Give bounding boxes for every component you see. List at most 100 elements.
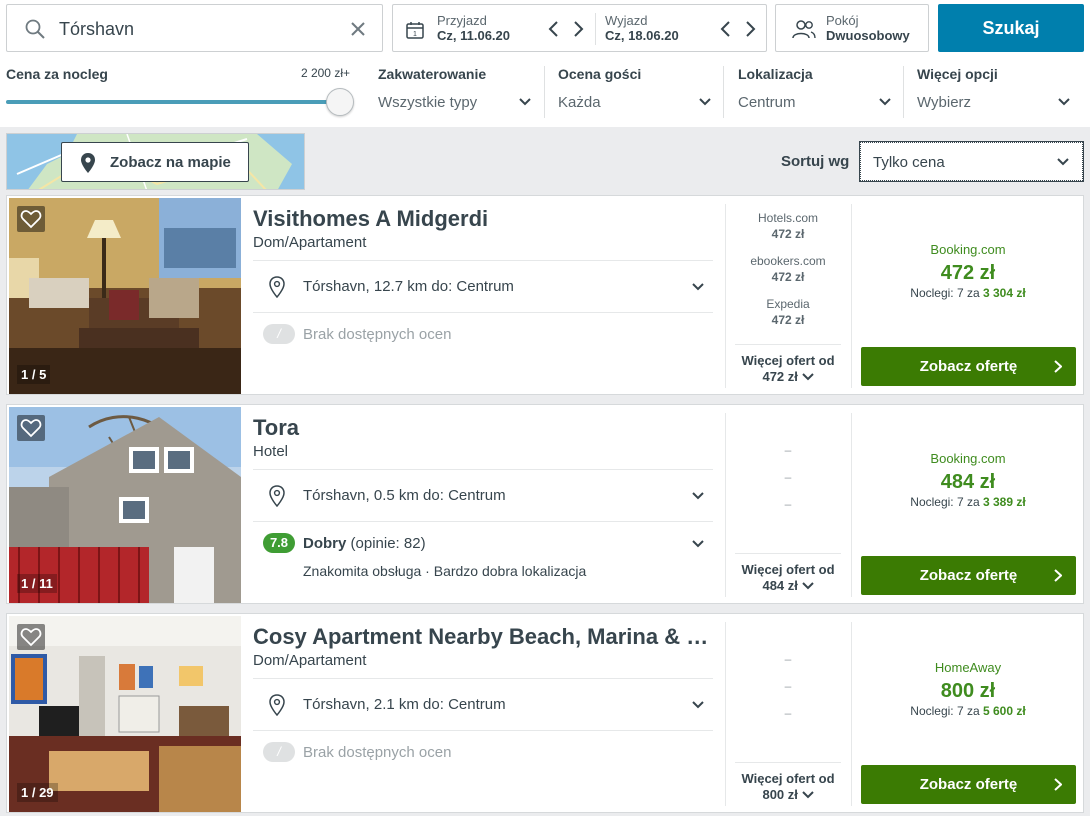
- accommodation-filter[interactable]: Zakwaterowanie Wszystkie typy: [378, 66, 534, 118]
- price-slider-handle[interactable]: [326, 88, 354, 116]
- checkin-label: Przyjazd: [437, 13, 487, 28]
- favorite-button[interactable]: [17, 415, 45, 441]
- heart-icon: [20, 419, 42, 438]
- hotel-type: Dom/Apartament: [253, 234, 367, 251]
- hotel-name[interactable]: Tora: [253, 415, 713, 441]
- rating-count: (opinie: 82): [350, 535, 426, 552]
- location-text: Tórshavn, 0.5 km do: Centrum: [303, 487, 506, 504]
- column-divider: [851, 622, 852, 806]
- partner-site: ebookers.com: [750, 254, 826, 268]
- destination-search[interactable]: [6, 4, 383, 52]
- favorite-button[interactable]: [17, 624, 45, 650]
- partner-price: 472 zł: [771, 227, 805, 241]
- search-button[interactable]: Szukaj: [938, 4, 1084, 52]
- sort-select[interactable]: Tylko cena: [859, 141, 1084, 182]
- more-offers-price: 484 zł: [762, 578, 798, 593]
- svg-text:1: 1: [413, 31, 417, 38]
- date-picker[interactable]: 1 Przyjazd Cz, 11.06.20 Wyjazd Cz, 18.06…: [392, 4, 767, 52]
- divider: [253, 260, 713, 261]
- deal-site[interactable]: HomeAway: [853, 660, 1083, 675]
- chevron-down-icon: [692, 492, 704, 500]
- users-icon: [792, 20, 816, 39]
- column-divider: [851, 413, 852, 597]
- location-row[interactable]: Tórshavn, 12.7 km do: Centrum: [253, 262, 713, 310]
- nights-total: Noclegi: 7 za 3 389 zł: [853, 495, 1083, 509]
- empty-offer: –: [784, 497, 792, 511]
- chevron-left-icon[interactable]: [547, 19, 561, 39]
- divider: [253, 521, 713, 522]
- heart-icon: [20, 628, 42, 647]
- checkin-value: Cz, 11.06.20: [437, 28, 510, 43]
- room-label: Pokój: [826, 13, 859, 28]
- hotel-name[interactable]: Visithomes A Midgerdi: [253, 206, 713, 232]
- clear-icon[interactable]: [350, 21, 366, 37]
- rating-highlights: Znakomita obsługa · Bardzo dobra lokaliz…: [303, 563, 587, 579]
- see-on-map-button[interactable]: Zobacz na mapie: [61, 142, 249, 182]
- partner-offer[interactable]: ebookers.com 472 zł: [727, 253, 849, 285]
- more-offers-button[interactable]: Więcej ofert od 800 zł: [735, 762, 841, 803]
- result-card: 1 / 29 Cosy Apartment Nearby Beach, Mari…: [6, 613, 1084, 813]
- checkout-field[interactable]: Wyjazd Cz, 18.06.20: [605, 13, 679, 43]
- deal-price[interactable]: 472 zł: [853, 262, 1083, 285]
- hotel-type: Dom/Apartament: [253, 652, 367, 669]
- chevron-left-icon[interactable]: [719, 19, 733, 39]
- view-deal-button[interactable]: Zobacz ofertę: [861, 347, 1076, 386]
- hotel-info: Cosy Apartment Nearby Beach, Marina & … …: [253, 614, 713, 814]
- more-options-value: Wybierz: [917, 94, 972, 111]
- nights-total-price: 3 389 zł: [983, 495, 1026, 509]
- partner-price: 472 zł: [771, 270, 805, 284]
- hotel-photo[interactable]: 1 / 5: [9, 198, 241, 394]
- hotel-photo[interactable]: 1 / 29: [9, 616, 241, 812]
- hotel-name[interactable]: Cosy Apartment Nearby Beach, Marina & …: [253, 624, 713, 650]
- hotel-photo[interactable]: 1 / 11: [9, 407, 241, 603]
- deal-price[interactable]: 484 zł: [853, 471, 1083, 494]
- see-on-map-label: Zobacz na mapie: [110, 154, 231, 171]
- more-offers-button[interactable]: Więcej ofert od 484 zł: [735, 553, 841, 594]
- checkin-field[interactable]: Przyjazd Cz, 11.06.20: [437, 13, 510, 43]
- destination-input[interactable]: [59, 15, 339, 43]
- deal-price[interactable]: 800 zł: [853, 680, 1083, 703]
- view-deal-button[interactable]: Zobacz ofertę: [861, 556, 1076, 595]
- search-icon: [25, 19, 45, 39]
- heart-icon: [20, 210, 42, 229]
- no-rating-text: Brak dostępnych ocen: [303, 326, 452, 343]
- view-deal-button[interactable]: Zobacz ofertę: [861, 765, 1076, 804]
- chevron-down-icon: [801, 582, 814, 590]
- search-header: 1 Przyjazd Cz, 11.06.20 Wyjazd Cz, 18.06…: [0, 0, 1090, 127]
- view-deal-label: Zobacz ofertę: [919, 776, 1018, 793]
- more-offers-label: Więcej ofert od: [741, 562, 835, 577]
- chevron-right-icon: [1054, 360, 1062, 373]
- filter-divider: [544, 66, 545, 118]
- location-text: Tórshavn, 12.7 km do: Centrum: [303, 278, 514, 295]
- location-value: Centrum: [738, 94, 796, 111]
- rating-filter[interactable]: Ocena gości Każda: [558, 66, 714, 118]
- location-row[interactable]: Tórshavn, 2.1 km do: Centrum: [253, 680, 713, 728]
- partner-offers: – – – Więcej ofert od 800 zł: [727, 614, 849, 814]
- photo-counter: 1 / 29: [17, 783, 58, 802]
- map-pin-icon: [269, 694, 285, 716]
- map-pin-icon: [269, 485, 285, 507]
- location-filter[interactable]: Lokalizacja Centrum: [738, 66, 894, 118]
- chevron-right-icon[interactable]: [743, 19, 757, 39]
- more-options-filter[interactable]: Więcej opcji Wybierz: [917, 66, 1073, 118]
- filter-divider: [723, 66, 724, 118]
- location-row[interactable]: Tórshavn, 0.5 km do: Centrum: [253, 471, 713, 519]
- chevron-down-icon: [1057, 158, 1069, 166]
- result-card: 1 / 5 Visithomes A Midgerdi Dom/Apartame…: [6, 195, 1084, 395]
- more-offers-button[interactable]: Więcej ofert od 472 zł: [735, 344, 841, 385]
- price-slider-track[interactable]: [6, 100, 340, 104]
- more-offers-label: Więcej ofert od: [741, 353, 835, 368]
- partner-offers: – – – Więcej ofert od 484 zł: [727, 405, 849, 605]
- chevron-right-icon[interactable]: [571, 19, 585, 39]
- rating-summary: Dobry (opinie: 82): [303, 535, 426, 552]
- column-divider: [725, 622, 726, 806]
- deal-site[interactable]: Booking.com: [853, 451, 1083, 466]
- room-selector[interactable]: Pokój Dwuosobowy: [775, 4, 929, 52]
- favorite-button[interactable]: [17, 206, 45, 232]
- chevron-down-icon: [801, 373, 814, 381]
- chevron-down-icon: [699, 98, 711, 106]
- nights-total: Noclegi: 7 za 3 304 zł: [853, 286, 1083, 300]
- partner-offer[interactable]: Expedia 472 zł: [727, 296, 849, 328]
- deal-site[interactable]: Booking.com: [853, 242, 1083, 257]
- partner-offer[interactable]: Hotels.com 472 zł: [727, 210, 849, 242]
